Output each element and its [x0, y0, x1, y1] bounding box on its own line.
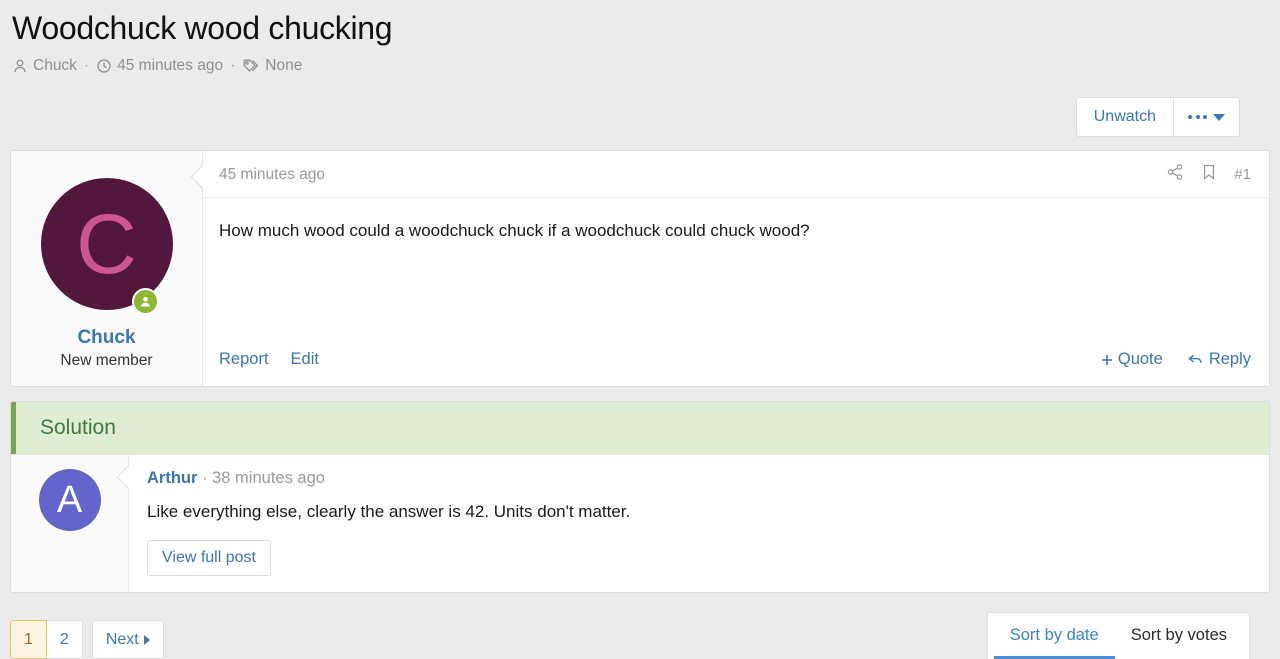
solution-banner: Solution: [11, 402, 1269, 454]
user-icon: [12, 58, 28, 74]
post-author-name[interactable]: Chuck: [21, 327, 192, 349]
thread-meta: Chuck · 45 minutes ago · None: [12, 57, 1270, 75]
meta-time: 45 minutes ago: [96, 57, 223, 75]
more-options-button[interactable]: [1174, 97, 1240, 137]
online-status-badge: [131, 288, 159, 315]
thread-footer: 1 2 Next Sort by date Sort by votes: [10, 612, 1270, 659]
post-card: C Chuck New member 45 minutes ago #1 How…: [10, 150, 1270, 387]
post-content: 45 minutes ago #1 How much wood could a …: [190, 151, 1269, 386]
reply-button[interactable]: Reply: [1187, 350, 1251, 369]
reply-timestamp: 38 minutes ago: [212, 469, 325, 487]
reply-header: Arthur · 38 minutes ago: [147, 469, 1251, 488]
quote-button[interactable]: Quote: [1100, 350, 1163, 369]
ellipsis-icon: [1188, 115, 1207, 119]
post-header-actions: #1: [1166, 163, 1251, 186]
meta-separator-1: ·: [83, 57, 90, 74]
post-author-sidebar: C Chuck New member: [11, 151, 203, 386]
tab-sort-by-votes[interactable]: Sort by votes: [1115, 613, 1243, 659]
meta-tags-value: None: [265, 57, 303, 74]
chevron-down-icon: [1213, 113, 1225, 121]
avatar[interactable]: A: [38, 469, 101, 531]
reply-author-sidebar: A: [11, 455, 129, 592]
post-footer: Report Edit Quote Reply: [203, 344, 1269, 386]
post-author-rank: New member: [60, 352, 153, 369]
tab-sort-by-date[interactable]: Sort by date: [993, 613, 1115, 659]
unwatch-button[interactable]: Unwatch: [1075, 97, 1174, 137]
view-full-post-button[interactable]: View full post: [147, 540, 271, 576]
meta-separator-2: ·: [230, 57, 236, 74]
post-header: 45 minutes ago #1: [203, 151, 1269, 198]
meta-author: Chuck: [12, 57, 77, 75]
tags-icon: [242, 58, 260, 74]
chevron-right-icon: [143, 634, 150, 645]
bookmark-icon[interactable]: [1201, 163, 1217, 186]
thread-action-bar: Unwatch: [10, 97, 1270, 137]
pagination-next-label: Next: [105, 631, 139, 648]
meta-time-text: 45 minutes ago: [117, 57, 224, 74]
reply-content: Arthur · 38 minutes ago Like everything …: [116, 455, 1269, 592]
reply-separator: ·: [202, 469, 208, 487]
meta-author-name: Chuck: [33, 57, 77, 74]
post-footer-right: Quote Reply: [1100, 350, 1251, 369]
reply-body: Like everything else, clearly the answer…: [147, 502, 631, 521]
clock-icon: [96, 58, 112, 74]
pagination-next-button[interactable]: Next: [91, 620, 164, 659]
quote-label: Quote: [1117, 350, 1163, 368]
solution-reply: A Arthur · 38 minutes ago Like everythin…: [11, 454, 1269, 592]
pagination-page-2[interactable]: 2: [46, 620, 83, 659]
reply-arrow-icon: [1188, 354, 1202, 363]
post-number[interactable]: #1: [1234, 166, 1251, 183]
plus-icon: [1101, 354, 1112, 365]
post-body: How much wood could a woodchuck chuck if…: [219, 221, 810, 240]
thread-page: Woodchuck wood chucking Chuck · 45 minut…: [0, 8, 1280, 659]
edit-link[interactable]: Edit: [291, 350, 319, 369]
page-title: Woodchuck wood chucking: [12, 10, 393, 46]
post-footer-left: Report Edit: [219, 350, 319, 369]
pagination: 1 2 Next: [10, 620, 164, 659]
watch-button-group: Unwatch: [1075, 97, 1240, 137]
reply-label: Reply: [1208, 350, 1251, 368]
share-icon[interactable]: [1166, 163, 1184, 186]
report-link[interactable]: Report: [219, 350, 269, 369]
reply-author-name[interactable]: Arthur: [147, 469, 197, 487]
sort-tabs: Sort by date Sort by votes: [986, 612, 1250, 659]
avatar-wrapper: C: [40, 178, 173, 315]
meta-tags: None: [242, 57, 302, 75]
pagination-page-1[interactable]: 1: [10, 620, 47, 659]
solution-section: Solution A Arthur · 38 minutes ago Like …: [10, 401, 1270, 593]
post-timestamp: 45 minutes ago: [219, 165, 325, 183]
